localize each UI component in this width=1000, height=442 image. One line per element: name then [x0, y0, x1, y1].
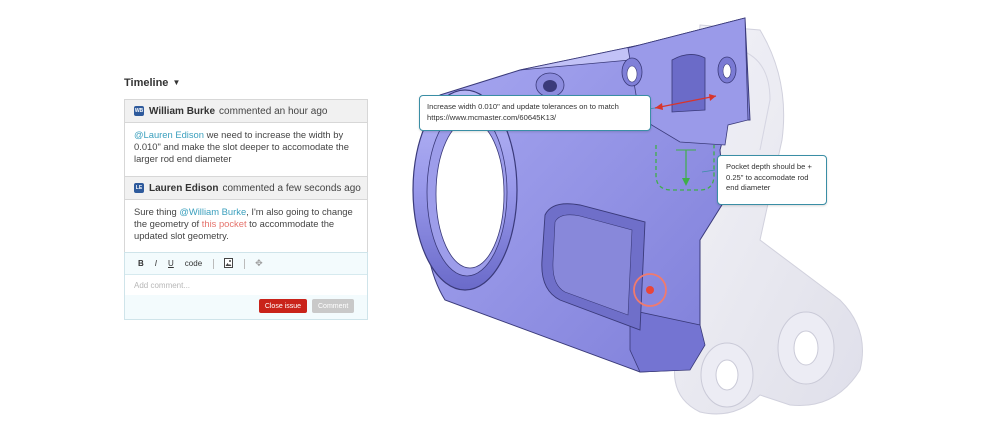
toolbar-divider — [213, 258, 215, 269]
mention-link[interactable]: @William Burke — [179, 206, 246, 217]
avatar[interactable]: LE — [134, 183, 144, 193]
comment-header: LE Lauren Edison commented a few seconds… — [125, 177, 367, 200]
comment-editor: B I U code ✥ Close issue Comment — [124, 252, 368, 320]
timeline-title: Timeline — [124, 77, 169, 89]
move-icon[interactable]: ✥ — [255, 258, 263, 269]
caret-down-icon[interactable]: ▼ — [172, 78, 180, 87]
avatar[interactable]: WB — [134, 106, 144, 116]
editor-actions: Close issue Comment — [125, 295, 367, 313]
comment-author[interactable]: Lauren Edison — [149, 183, 218, 194]
bracket-part[interactable] — [412, 17, 751, 373]
comment-body: @Lauren Edison we need to increase the w… — [125, 123, 367, 179]
annotation-text: Increase width 0.010" and update toleran… — [427, 102, 619, 122]
comment-card: WB William Burke commented an hour ago @… — [124, 99, 368, 180]
editor-toolbar: B I U code ✥ — [125, 253, 367, 275]
image-icon[interactable] — [224, 257, 234, 270]
comment-button[interactable]: Comment — [312, 299, 354, 313]
close-issue-button[interactable]: Close issue — [258, 299, 307, 313]
comment-header: WB William Burke commented an hour ago — [125, 100, 367, 123]
comment-card: LE Lauren Edison commented a few seconds… — [124, 176, 368, 256]
annotation-text: Pocket depth should be + 0.25" to accomo… — [726, 162, 812, 192]
comment-meta: commented a few seconds ago — [222, 182, 361, 194]
cad-viewport[interactable] — [380, 0, 1000, 442]
comment-text: Sure thing — [134, 206, 180, 217]
comment-body: Sure thing @William Burke, I'm also goin… — [125, 200, 367, 255]
pocket-annotation[interactable]: Pocket depth should be + 0.25" to accomo… — [717, 155, 827, 205]
timeline-header[interactable]: Timeline ▼ — [124, 77, 180, 89]
geometry-reference-link[interactable]: this pocket — [202, 218, 247, 229]
underline-button[interactable]: U — [168, 259, 174, 268]
comment-meta: commented an hour ago — [219, 105, 328, 117]
italic-button[interactable]: I — [155, 259, 157, 268]
comment-author[interactable]: William Burke — [149, 106, 215, 117]
toolbar-divider — [244, 258, 246, 269]
bold-button[interactable]: B — [138, 259, 144, 268]
code-button[interactable]: code — [185, 259, 202, 268]
comment-input[interactable] — [125, 275, 367, 295]
width-annotation[interactable]: Increase width 0.010" and update toleran… — [419, 95, 651, 131]
mention-link[interactable]: @Lauren Edison — [134, 129, 204, 140]
